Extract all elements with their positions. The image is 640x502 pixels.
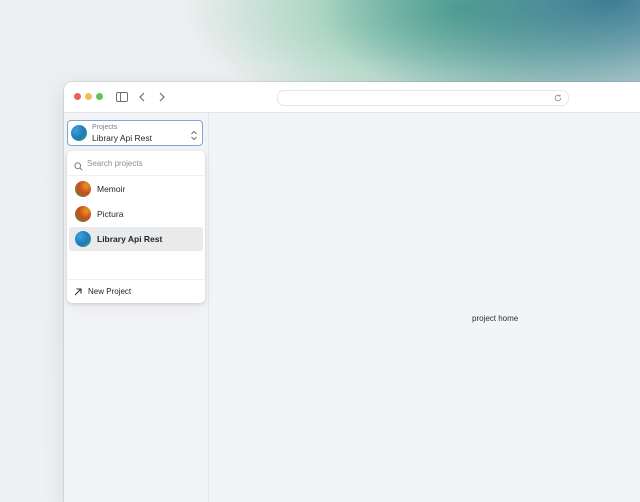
search-row [67, 151, 205, 176]
project-avatar [75, 206, 91, 222]
search-input[interactable] [87, 156, 197, 170]
current-project-name: Library Api Rest [92, 133, 152, 143]
project-avatar [75, 181, 91, 197]
close-window-button[interactable] [74, 93, 81, 100]
sidebar: Projects Library Api Rest Memoir Pictura [64, 113, 209, 502]
new-project-label: New Project [88, 287, 132, 296]
minimize-window-button[interactable] [85, 93, 92, 100]
main-content-text: project home [472, 314, 519, 323]
chevron-right-icon[interactable] [154, 89, 170, 105]
maximize-window-button[interactable] [96, 93, 103, 100]
reload-icon[interactable] [552, 92, 564, 104]
chevron-up-down-icon [190, 128, 198, 141]
sidebar-toggle-icon[interactable] [114, 89, 130, 105]
project-item-library-api-rest[interactable]: Library Api Rest [69, 227, 203, 251]
project-item-label: Pictura [97, 209, 124, 219]
new-project-button[interactable]: New Project [67, 279, 205, 304]
chevron-left-icon[interactable] [134, 89, 150, 105]
arrow-up-right-icon [74, 288, 82, 296]
project-switcher[interactable]: Projects Library Api Rest [67, 120, 203, 146]
switcher-caption: Projects [92, 124, 118, 131]
project-avatar [75, 231, 91, 247]
project-item-pictura[interactable]: Pictura [69, 202, 203, 226]
address-bar[interactable] [277, 90, 569, 106]
project-dropdown: Memoir Pictura Library Api Rest New Proj… [67, 151, 205, 303]
project-item-label: Memoir [97, 184, 126, 194]
search-icon [74, 158, 83, 171]
project-avatar [71, 125, 87, 141]
project-item-label: Library Api Rest [97, 234, 163, 244]
project-item-memoir[interactable]: Memoir [69, 177, 203, 201]
browser-window: Projects Library Api Rest Memoir Pictura [64, 82, 640, 502]
title-bar [64, 82, 640, 113]
